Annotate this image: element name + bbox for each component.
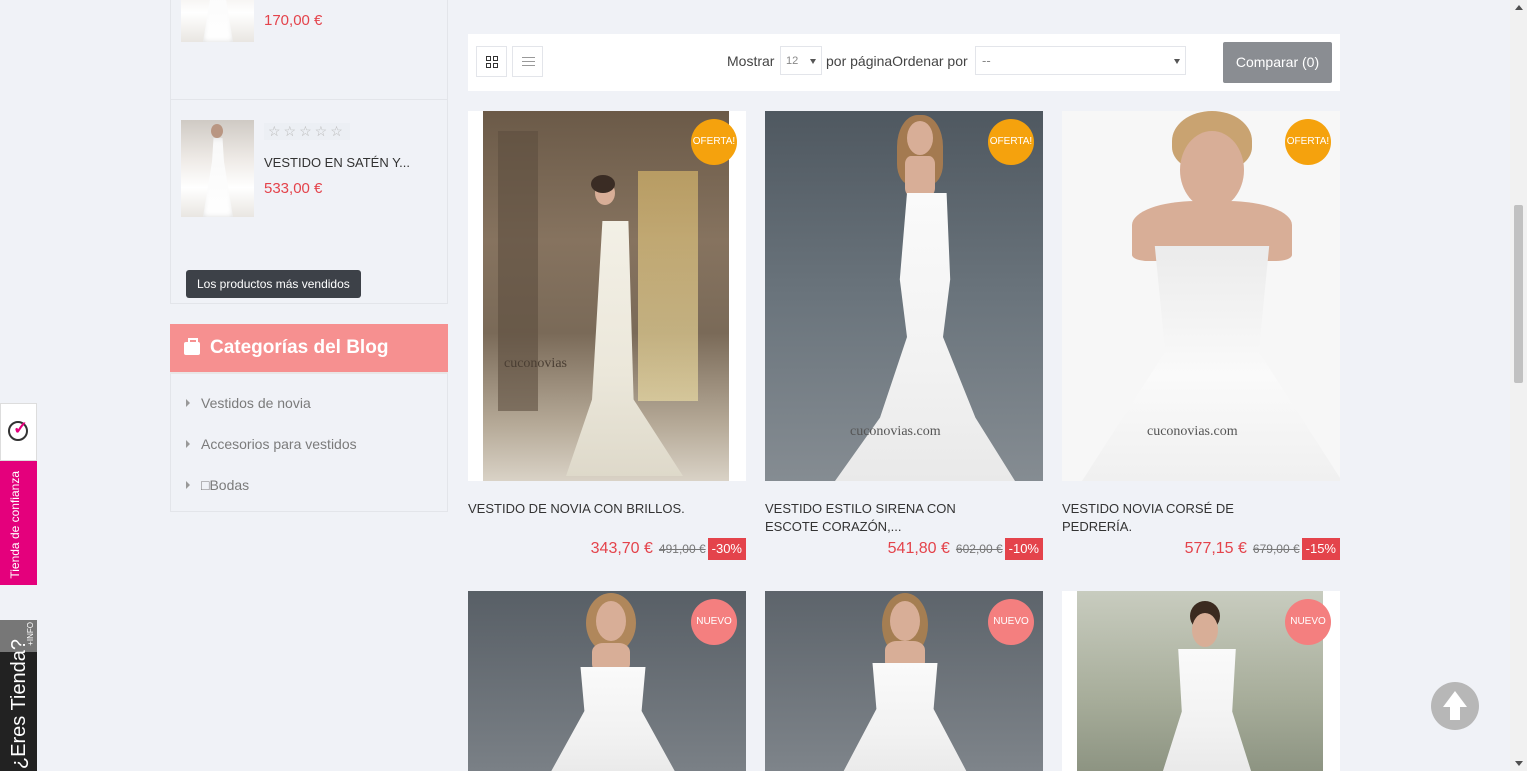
sale-badge: OFERTA! (1285, 119, 1331, 165)
mini-product-price: 533,00 € (264, 180, 323, 197)
arrow-up-icon (1443, 691, 1467, 707)
mini-product[interactable]: 170,00 € (171, 0, 447, 100)
discount-badge: -15% (1301, 538, 1340, 560)
image-watermark: cuconovias.com (1147, 424, 1238, 439)
blog-categories-header: Categorías del Blog (170, 324, 448, 374)
product-old-price: 602,00 € (955, 542, 1003, 556)
mini-product[interactable]: ☆☆☆☆☆ VESTIDO EN SATÉN Y... 533,00 € (171, 100, 447, 217)
product-image[interactable]: NUEVO (1062, 591, 1340, 771)
shop-widget[interactable]: +INFO ¿Eres Tienda? (0, 620, 37, 771)
per-page-value: 12 (786, 55, 799, 67)
new-badge: NUEVO (691, 599, 737, 645)
list-icon (522, 57, 535, 67)
trust-logo[interactable]: ✓ (0, 403, 37, 461)
trust-widget[interactable]: ✓ Tienda de confianza (0, 403, 37, 585)
per-page-label: por páginaOrdenar por (826, 53, 968, 69)
product-image[interactable]: NUEVO (468, 591, 746, 771)
scroll-top-button[interactable] (1431, 682, 1479, 730)
product-name[interactable]: VESTIDO ESTILO SIRENA CON ESCOTE CORAZÓN… (765, 500, 985, 536)
product-price: 541,80 € (887, 540, 950, 557)
product-price-row: 541,80 € 602,00 € -10% (888, 538, 1043, 560)
blog-categories: Categorías del Blog Vestidos de novia Ac… (170, 324, 448, 512)
blog-category-item[interactable]: Accesorios para vestidos (171, 423, 447, 464)
product-name[interactable]: VESTIDO DE NOVIA CON BRILLOS. (468, 500, 688, 518)
sale-badge: OFERTA! (988, 119, 1034, 165)
show-label: Mostrar (727, 53, 775, 69)
viewed-products-box: 170,00 € ☆☆☆☆☆ VESTIDO EN SATÉN Y... 533… (170, 0, 448, 304)
grid-icon (486, 56, 498, 68)
mini-product-image[interactable] (181, 120, 254, 217)
shop-question-label[interactable]: ¿Eres Tienda? (8, 639, 31, 769)
blog-category-label[interactable]: Accesorios para vestidos (201, 436, 357, 452)
product-image[interactable]: NUEVO (765, 591, 1043, 771)
product-image[interactable]: cuconovias.com OFERTA! (1062, 111, 1340, 481)
scroll-down-icon[interactable] (1515, 761, 1523, 766)
order-by-value: -- (982, 53, 991, 68)
trust-label[interactable]: Tienda de confianza (8, 471, 22, 579)
mini-product-name[interactable]: VESTIDO EN SATÉN Y... (264, 155, 410, 170)
product-price-row: 577,15 € 679,00 € -15% (1185, 538, 1340, 560)
list-view-button[interactable] (512, 46, 543, 77)
rating-stars: ☆☆☆☆☆ (264, 123, 350, 140)
product-name[interactable]: VESTIDO NOVIA CORSÉ DE PEDRERÍA. (1062, 500, 1282, 536)
order-by-select[interactable]: -- (975, 46, 1186, 75)
sale-badge: OFERTA! (691, 119, 737, 165)
image-watermark: cuconovias.com (850, 424, 941, 439)
image-watermark: cuconovias (504, 356, 567, 371)
product-list-toolbar: Mostrar 12 por páginaOrdenar por -- Comp… (468, 34, 1340, 91)
grid-view-button[interactable] (476, 46, 507, 77)
product-price-row: 343,70 € 491,00 € -30% (591, 538, 746, 560)
product-old-price: 679,00 € (1252, 542, 1300, 556)
blog-category-item[interactable]: □Bodas (171, 464, 447, 505)
product-price: 577,15 € (1184, 540, 1247, 557)
briefcase-icon (184, 337, 200, 355)
chevron-down-icon (810, 59, 816, 64)
compare-button[interactable]: Comparar (0) (1223, 42, 1332, 83)
blog-categories-title: Categorías del Blog (210, 337, 389, 358)
blog-category-label[interactable]: □Bodas (201, 477, 249, 493)
new-badge: NUEVO (1285, 599, 1331, 645)
scroll-up-icon[interactable] (1515, 5, 1523, 10)
page-scrollbar[interactable] (1510, 0, 1527, 771)
blog-category-item[interactable]: Vestidos de novia (171, 382, 447, 423)
caret-right-icon (186, 480, 190, 489)
mini-product-image[interactable] (181, 0, 254, 42)
scrollbar-thumb[interactable] (1514, 205, 1523, 383)
caret-right-icon (186, 398, 190, 407)
product-old-price: 491,00 € (658, 542, 706, 556)
discount-badge: -10% (1004, 538, 1043, 560)
discount-badge: -30% (707, 538, 746, 560)
mini-product-price: 170,00 € (264, 12, 323, 29)
best-sellers-button[interactable]: Los productos más vendidos (186, 270, 361, 298)
blog-category-label[interactable]: Vestidos de novia (201, 395, 311, 411)
blog-category-list: Vestidos de novia Accesorios para vestid… (170, 374, 448, 512)
product-price: 343,70 € (590, 540, 653, 557)
product-image[interactable]: cuconovias OFERTA! (468, 111, 746, 481)
chevron-down-icon (1174, 59, 1180, 64)
caret-right-icon (186, 439, 190, 448)
new-badge: NUEVO (988, 599, 1034, 645)
product-image[interactable]: cuconovias.com OFERTA! (765, 111, 1043, 481)
per-page-select[interactable]: 12 (780, 46, 822, 75)
sidebar: 170,00 € ☆☆☆☆☆ VESTIDO EN SATÉN Y... 533… (170, 0, 448, 512)
